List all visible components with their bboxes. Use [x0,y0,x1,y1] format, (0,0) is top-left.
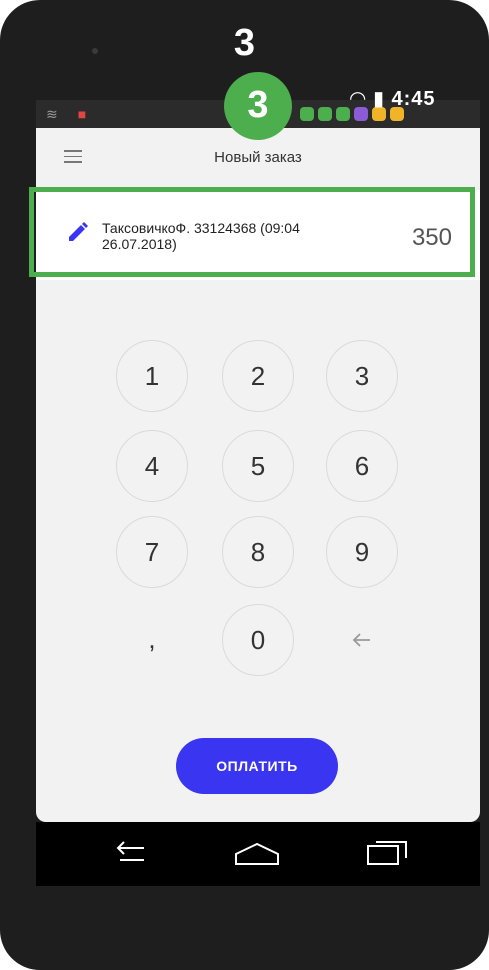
key-7[interactable]: 7 [116,516,188,588]
key-6[interactable]: 6 [326,430,398,502]
back-icon[interactable] [104,836,154,870]
status-left-icons: ≋ ■ [46,106,86,123]
clock-text: 4:45 [391,88,436,110]
android-nav-bar [36,822,480,886]
shield-icon: ■ [77,106,87,122]
signal-icon: ◠ ▮ [350,88,392,110]
key-8[interactable]: 8 [222,516,294,588]
phone-frame: 3 ≋ ■ ◠ ▮ 4:45 Новый заказ ТаксовичкоФ. … [0,0,489,970]
status-time: ◠ ▮ 4:45 [350,86,436,111]
key-9[interactable]: 9 [326,516,398,588]
home-icon[interactable] [232,836,282,870]
key-comma[interactable]: , [116,604,188,676]
key-4[interactable]: 4 [116,430,188,502]
backspace-arrow-icon [352,633,370,647]
key-0[interactable]: 0 [222,604,294,676]
key-5[interactable]: 5 [222,430,294,502]
key-3[interactable]: 3 [326,340,398,412]
app-icon [318,107,332,121]
wifi-icon: ≋ [46,106,58,122]
key-2[interactable]: 2 [222,340,294,412]
app-icon [336,107,350,121]
step-badge: 3 [224,72,292,140]
app-icon [300,107,314,121]
step-label: 3 [233,22,256,64]
pay-button[interactable]: ОПЛАТИТЬ [176,738,338,794]
recents-icon[interactable] [362,836,412,870]
app-screen: Новый заказ ТаксовичкоФ. 33124368 (09:04… [36,128,480,822]
key-1[interactable]: 1 [116,340,188,412]
keypad: 1 2 3 4 5 6 7 8 9 , 0 [36,128,480,822]
backspace-key[interactable] [326,604,398,676]
